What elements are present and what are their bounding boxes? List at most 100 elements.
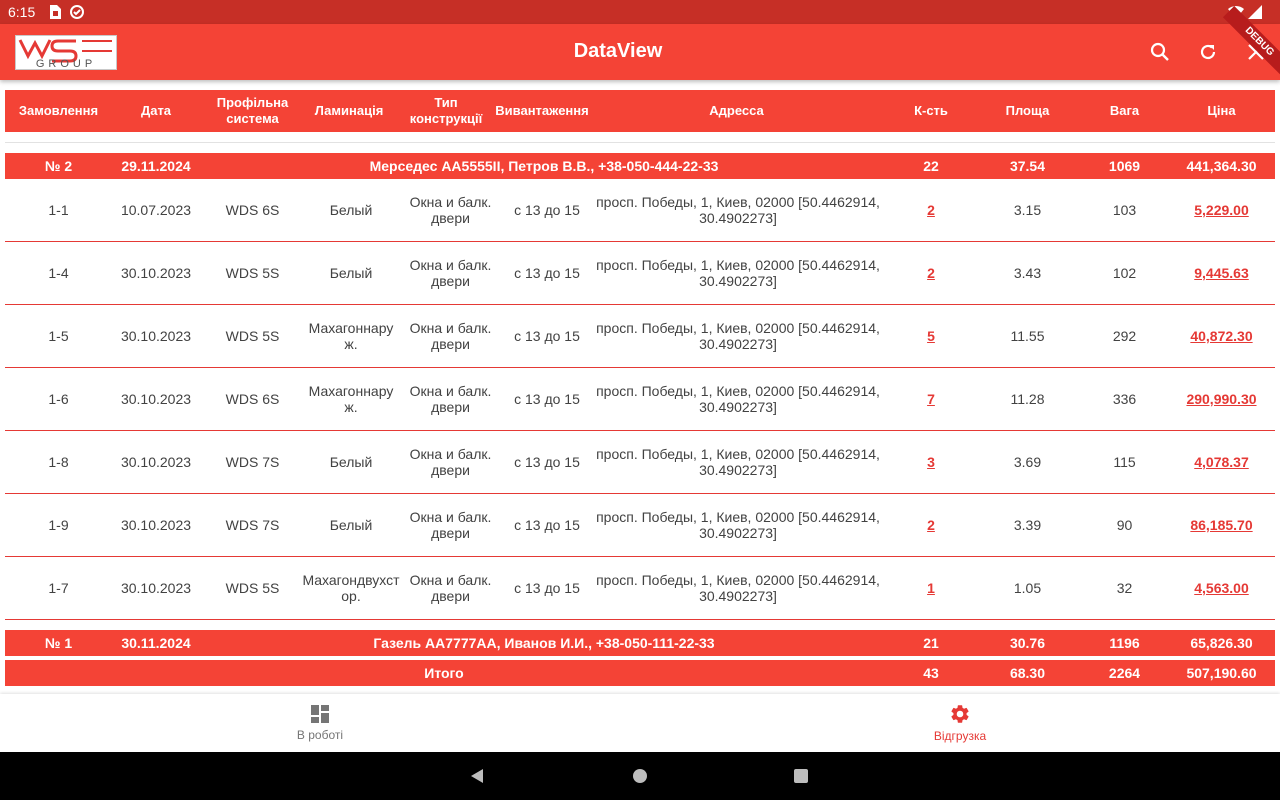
nav-shipment[interactable]: Відгрузка <box>640 694 1280 752</box>
row-quantity-cell: 2 <box>883 242 979 304</box>
row-date-cell: 30.10.2023 <box>110 242 202 304</box>
row-unloading: с 13 до 15 <box>514 202 580 218</box>
row-quantity[interactable]: 5 <box>927 328 935 344</box>
row-unloading-cell: с 13 до 15 <box>499 368 595 430</box>
row-weight-cell: 336 <box>1076 368 1173 430</box>
table-row[interactable]: 1-5 30.10.2023 WDS 5S Махагоннаруж. Окна и б… <box>5 305 1275 368</box>
row-date-cell: 30.10.2023 <box>110 305 202 367</box>
row-construction-type-cell: Окна и балк. двери <box>402 305 499 367</box>
header-weight: Вага <box>1109 103 1140 118</box>
row-construction-type-cell: Окна и балк. двери <box>402 494 499 556</box>
row-area: 3.69 <box>1013 454 1042 470</box>
system-navigation-bar <box>0 752 1280 800</box>
row-area-cell: 3.69 <box>979 431 1076 493</box>
row-area: 11.55 <box>1010 328 1045 344</box>
recents-icon[interactable] <box>794 769 808 783</box>
table-row[interactable]: 1-1 10.07.2023 WDS 6S Белый Окна и балк. две… <box>5 179 1275 242</box>
row-address-cell: просп. Победы, 1, Киев, 02000 [50.446291… <box>593 557 883 619</box>
row-order: 1-1 <box>48 202 69 218</box>
row-construction-type: Окна и балк. двери <box>409 320 492 352</box>
row-price[interactable]: 4,078.37 <box>1194 454 1249 470</box>
row-quantity-cell: 5 <box>883 305 979 367</box>
nav-in-work[interactable]: В роботі <box>0 694 640 752</box>
row-weight: 292 <box>1112 328 1137 344</box>
row-profile-system-cell: WDS 5S <box>205 305 300 367</box>
row-date-cell: 30.10.2023 <box>110 368 202 430</box>
row-quantity[interactable]: 7 <box>927 391 935 407</box>
group-row[interactable]: № 1 30.11.2024 Газель АА7777АА, Иванов И… <box>5 630 1275 656</box>
row-area: 3.43 <box>1013 265 1042 281</box>
row-lamination: Махагоннаруж. <box>308 383 394 415</box>
row-area-cell: 11.28 <box>979 368 1076 430</box>
row-quantity[interactable]: 2 <box>927 517 935 533</box>
row-weight: 336 <box>1112 391 1137 407</box>
row-area: 1.05 <box>1013 580 1042 596</box>
row-price-cell: 86,185.70 <box>1173 494 1270 556</box>
row-unloading: с 13 до 15 <box>514 454 580 470</box>
row-weight-cell: 103 <box>1076 179 1173 241</box>
row-profile-system-cell: WDS 6S <box>205 368 300 430</box>
row-quantity[interactable]: 2 <box>927 202 935 218</box>
row-address-cell: просп. Победы, 1, Киев, 02000 [50.446291… <box>593 305 883 367</box>
row-address: просп. Победы, 1, Киев, 02000 [50.446291… <box>596 383 880 415</box>
data-saver-icon <box>70 5 84 19</box>
row-profile-system-cell: WDS 5S <box>205 242 300 304</box>
group-price: 441,364.30 <box>1186 158 1257 174</box>
row-price[interactable]: 9,445.63 <box>1194 265 1249 281</box>
row-profile-system: WDS 6S <box>225 202 280 218</box>
group-date: 30.11.2024 <box>121 635 191 651</box>
row-area: 11.28 <box>1010 391 1045 407</box>
refresh-icon <box>1200 44 1216 60</box>
table-row[interactable]: 1-7 30.10.2023 WDS 5S Махагондвухстор. Окна … <box>5 557 1275 620</box>
row-price[interactable]: 86,185.70 <box>1190 517 1252 533</box>
row-area-cell: 3.15 <box>979 179 1076 241</box>
total-weight: 2264 <box>1108 665 1141 681</box>
row-quantity-cell: 2 <box>883 494 979 556</box>
row-weight: 32 <box>1116 580 1133 596</box>
status-time: 6:15 <box>8 4 36 20</box>
total-area: 68.30 <box>1009 665 1046 681</box>
row-price[interactable]: 5,229.00 <box>1194 202 1249 218</box>
app-bar: GROUP DataView DEBUG <box>0 5 1280 80</box>
row-quantity[interactable]: 2 <box>927 265 935 281</box>
header-area: Площа <box>1005 103 1050 118</box>
total-row: Итого 43 68.30 2264 507,190.60 <box>5 660 1275 686</box>
row-weight-cell: 102 <box>1076 242 1173 304</box>
row-construction-type-cell: Окна и балк. двери <box>402 368 499 430</box>
row-address: просп. Победы, 1, Киев, 02000 [50.446291… <box>596 509 880 541</box>
row-lamination-cell: Белый <box>302 431 400 493</box>
row-area-cell: 1.05 <box>979 557 1076 619</box>
row-construction-type-cell: Окна и балк. двери <box>402 242 499 304</box>
table-row[interactable]: 1-9 30.10.2023 WDS 7S Белый Окна и балк. две… <box>5 494 1275 557</box>
row-quantity[interactable]: 3 <box>927 454 935 470</box>
row-profile-system: WDS 7S <box>225 454 280 470</box>
row-price[interactable]: 290,990.30 <box>1186 391 1256 407</box>
row-price[interactable]: 40,872.30 <box>1190 328 1252 344</box>
row-price[interactable]: 4,563.00 <box>1194 580 1249 596</box>
header-construction-type: Тип конструкції <box>409 95 483 126</box>
row-date: 30.10.2023 <box>120 580 192 596</box>
row-area: 3.15 <box>1013 202 1042 218</box>
group-row[interactable]: № 2 29.11.2024 Мерседес АА5555II, Петров… <box>5 153 1275 179</box>
row-price-cell: 9,445.63 <box>1173 242 1270 304</box>
row-date: 30.10.2023 <box>120 454 192 470</box>
table-row[interactable]: 1-4 30.10.2023 WDS 5S Белый Окна и балк. две… <box>5 242 1275 305</box>
table-row[interactable]: 1-8 30.10.2023 WDS 7S Белый Окна и балк. две… <box>5 431 1275 494</box>
group-qty: 22 <box>923 158 939 174</box>
row-address: просп. Победы, 1, Киев, 02000 [50.446291… <box>596 572 880 604</box>
group-order: № 2 <box>44 158 73 174</box>
row-order: 1-9 <box>48 517 69 533</box>
refresh-button[interactable] <box>1194 38 1222 66</box>
row-order-cell: 1-1 <box>5 179 112 241</box>
table-row[interactable]: 1-6 30.10.2023 WDS 6S Махагоннаруж. Окна и б… <box>5 368 1275 431</box>
home-icon[interactable] <box>632 768 648 784</box>
row-unloading: с 13 до 15 <box>514 580 580 596</box>
row-weight: 103 <box>1112 202 1137 218</box>
row-unloading-cell: с 13 до 15 <box>499 179 595 241</box>
row-quantity[interactable]: 1 <box>927 580 935 596</box>
back-icon[interactable] <box>469 768 485 784</box>
total-price: 507,190.60 <box>1186 665 1257 681</box>
search-button[interactable] <box>1146 38 1174 66</box>
row-date: 30.10.2023 <box>120 265 192 281</box>
row-address-cell: просп. Победы, 1, Киев, 02000 [50.446291… <box>593 431 883 493</box>
